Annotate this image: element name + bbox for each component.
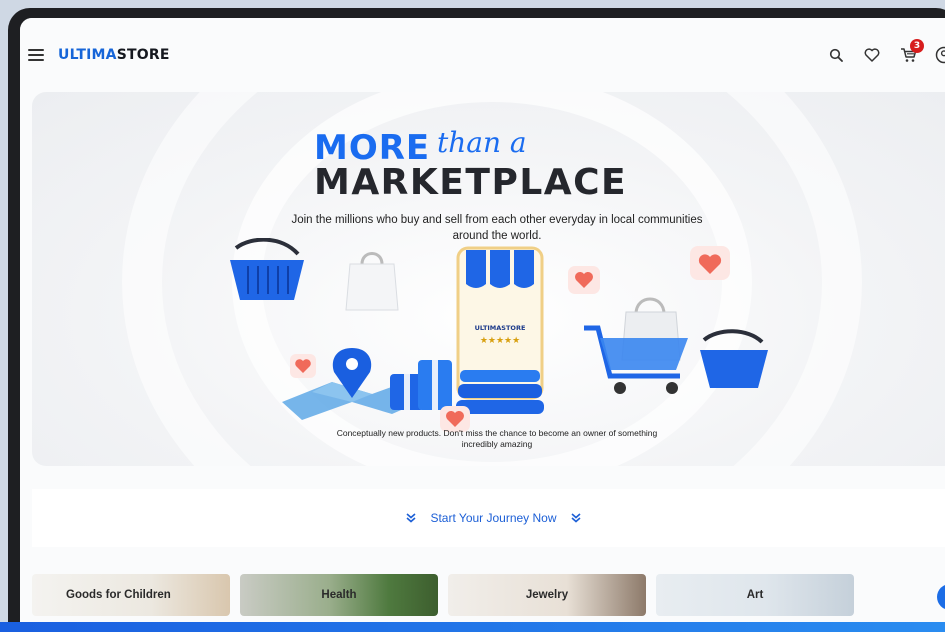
category-card[interactable]: Goods for Children [32, 574, 230, 616]
category-label: Goods for Children [66, 589, 171, 601]
heart-bubble-icon [290, 354, 316, 378]
store-sign: ULTIMASTORE [474, 324, 526, 332]
journey-strip: Start Your Journey Now [32, 489, 945, 547]
app-screen: ULTIMASTORE 3 MORE than a MARKETPLACE Jo… [20, 18, 945, 630]
hero-title-marketplace: MARKETPLACE [314, 162, 628, 203]
logo-primary: ULTIMA [58, 47, 117, 63]
category-row: Goods for Children Health Jewelry Art [32, 574, 854, 616]
search-icon[interactable] [825, 44, 847, 66]
category-label: Art [746, 589, 764, 601]
hero-subtitle: Join the millions who buy and sell from … [291, 214, 703, 242]
hero-footnote: Conceptually new products. Don't miss th… [336, 428, 658, 449]
tablet-frame: ULTIMASTORE 3 MORE than a MARKETPLACE Jo… [8, 8, 945, 632]
cart-count-badge: 3 [910, 39, 924, 53]
heart-icon[interactable] [861, 44, 883, 66]
basket-left-illustration [230, 238, 304, 300]
logo-secondary: STORE [116, 47, 170, 63]
category-label: Health [321, 589, 357, 601]
hero-banner: MORE than a MARKETPLACE Join the million… [32, 92, 945, 466]
category-card[interactable]: Art [656, 574, 854, 616]
hero-title-script: than a [437, 126, 527, 159]
help-button[interactable]: ? [937, 584, 945, 610]
chevrons-down-icon [571, 513, 581, 523]
shopping-bag-illustration [345, 252, 399, 311]
chevrons-down-icon [406, 513, 416, 523]
account-icon[interactable] [933, 44, 945, 66]
basket-right-illustration [700, 329, 768, 388]
heart-bubble-icon [690, 246, 730, 280]
cart-icon[interactable]: 3 [897, 39, 924, 66]
nav-actions: 3 [825, 39, 945, 66]
start-journey-link[interactable]: Start Your Journey Now [430, 511, 556, 525]
shopping-cart-illustration [584, 297, 688, 394]
category-label: Jewelry [525, 589, 569, 601]
store-rating-stars: ★★★★★ [479, 336, 521, 346]
menu-icon[interactable] [28, 49, 44, 61]
top-nav: ULTIMASTORE 3 [20, 18, 945, 92]
category-card[interactable]: Health [240, 574, 438, 616]
heart-bubble-icon [568, 266, 600, 294]
bottom-accent-bar [0, 622, 945, 632]
logo[interactable]: ULTIMASTORE [58, 47, 170, 63]
category-card[interactable]: Jewelry [448, 574, 646, 616]
